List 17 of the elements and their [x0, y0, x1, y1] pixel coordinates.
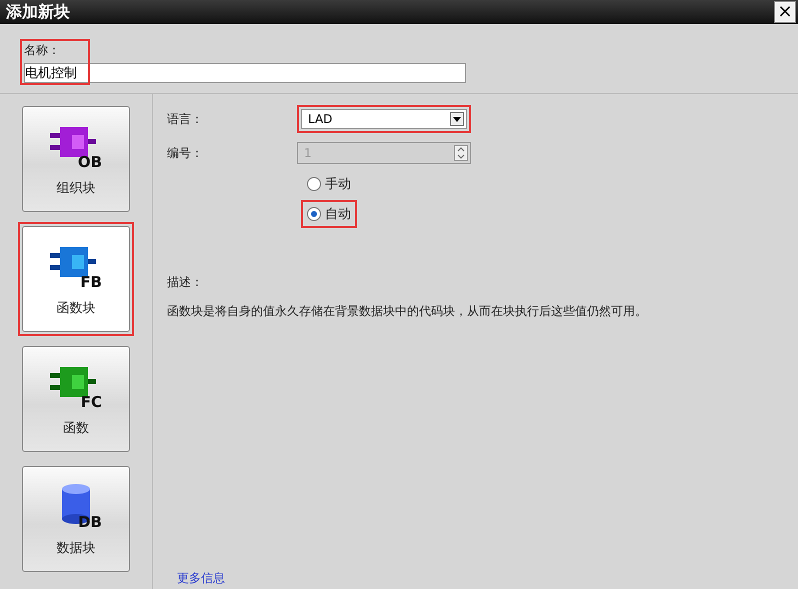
numbering-radio[interactable]: 手动: [301, 170, 357, 198]
number-label: 编号：: [167, 144, 204, 162]
block-type-button[interactable]: FB 函数块: [22, 226, 130, 332]
block-type-button[interactable]: DB 数据块: [22, 466, 130, 572]
name-label: 名称：: [24, 42, 61, 59]
language-dropdown[interactable]: LAD: [301, 109, 467, 129]
language-label: 语言：: [167, 110, 204, 128]
more-info-link[interactable]: 更多信息: [177, 570, 225, 587]
window-title: 添加新块: [6, 2, 70, 22]
block-type-button[interactable]: FC 函数: [22, 346, 130, 452]
description-label: 描述：: [167, 274, 204, 291]
description-text: 函数块是将自身的值永久存储在背景数据块中的代码块，从而在块执行后这些值仍然可用。: [167, 303, 648, 320]
close-button[interactable]: ×: [774, 1, 796, 23]
numbering-radio[interactable]: 自动: [301, 200, 357, 228]
spinner-arrows-icon: [454, 145, 468, 161]
name-input[interactable]: 电机控制: [24, 63, 466, 83]
block-type-button[interactable]: OB 组织块: [22, 106, 130, 212]
